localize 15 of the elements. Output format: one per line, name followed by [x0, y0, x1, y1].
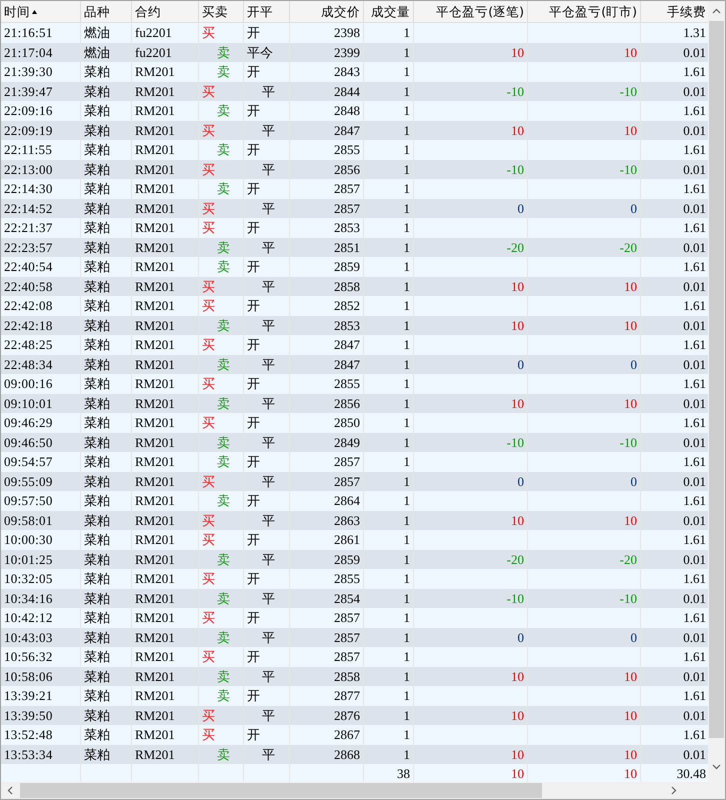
column-header[interactable]: 成交量	[364, 1, 414, 22]
scroll-right-icon[interactable]	[671, 786, 677, 795]
column-header[interactable]: 买卖	[199, 1, 244, 22]
scroll-down-icon[interactable]	[712, 764, 721, 770]
scroll-left-icon[interactable]	[7, 786, 13, 795]
scroll-up-icon[interactable]	[712, 8, 721, 14]
scrollbar-thumb[interactable]	[709, 21, 724, 738]
column-header[interactable]: 开平	[244, 1, 290, 22]
column-header[interactable]: 时间	[1, 1, 81, 22]
column-header[interactable]: 平仓盈亏(盯市)	[528, 1, 641, 22]
column-header[interactable]: 平仓盈亏(逐笔)	[414, 1, 528, 22]
column-header[interactable]: 品种	[81, 1, 132, 22]
column-header[interactable]: 成交价	[290, 1, 364, 22]
column-header[interactable]: 合约	[132, 1, 199, 22]
scrollbar-thumb[interactable]	[20, 783, 542, 798]
